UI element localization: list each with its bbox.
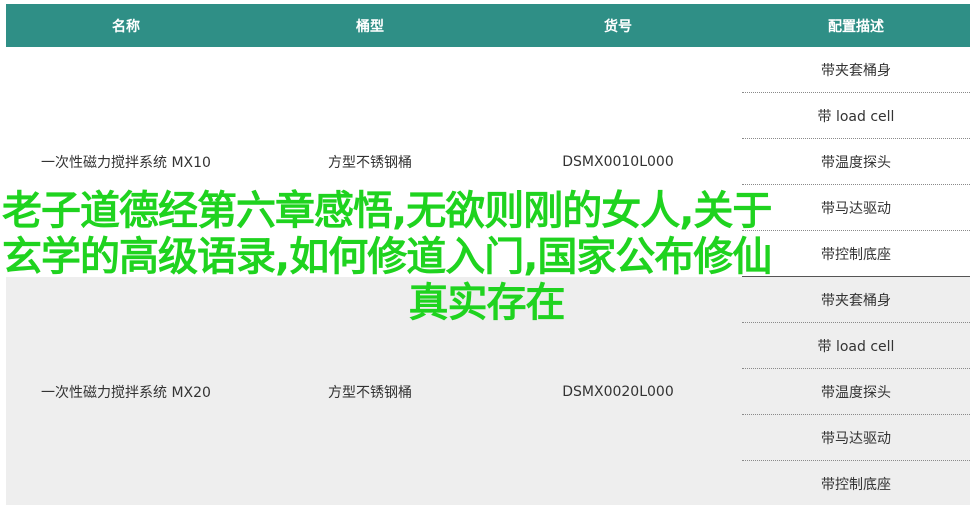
- sku-cell: DSMX0020L000: [494, 276, 742, 505]
- config-cell: 带马达驱动: [742, 184, 970, 231]
- header-config: 配置描述: [742, 4, 970, 47]
- config-cell: 带夹套桶身: [742, 47, 970, 93]
- config-cell: 带 load cell: [742, 322, 970, 369]
- config-cell: 带夹套桶身: [742, 276, 970, 323]
- table-row: 一次性磁力搅拌系统 MX10 方型不锈钢桶 DSMX0010L000 带夹套桶身: [6, 47, 970, 277]
- config-cell: 带温度探头: [742, 368, 970, 415]
- product-name-cell: 一次性磁力搅拌系统 MX20: [6, 276, 246, 505]
- tank-type-cell: 方型不锈钢桶: [246, 276, 494, 505]
- config-cell: 带控制底座: [742, 230, 970, 277]
- header-tank: 桶型: [246, 4, 494, 47]
- config-cell: 带马达驱动: [742, 414, 970, 461]
- header-sku: 货号: [494, 4, 742, 47]
- config-cell: 带 load cell: [742, 92, 970, 139]
- sku-cell: DSMX0010L000: [494, 47, 742, 277]
- table-header-row: 名称 桶型 货号 配置描述: [6, 4, 970, 47]
- config-cell: 带控制底座: [742, 460, 970, 505]
- header-name: 名称: [6, 4, 246, 47]
- product-name-cell: 一次性磁力搅拌系统 MX10: [6, 47, 246, 277]
- table-row: 一次性磁力搅拌系统 MX20 方型不锈钢桶 DSMX0020L000 带夹套桶身: [6, 276, 970, 505]
- page: 名称 桶型 货号 配置描述 一次性磁力搅拌系统 MX10 方型不锈钢桶 DSMX…: [0, 0, 973, 505]
- config-cell: 带温度探头: [742, 138, 970, 185]
- spec-table: 名称 桶型 货号 配置描述 一次性磁力搅拌系统 MX10 方型不锈钢桶 DSMX…: [6, 4, 970, 505]
- tank-type-cell: 方型不锈钢桶: [246, 47, 494, 277]
